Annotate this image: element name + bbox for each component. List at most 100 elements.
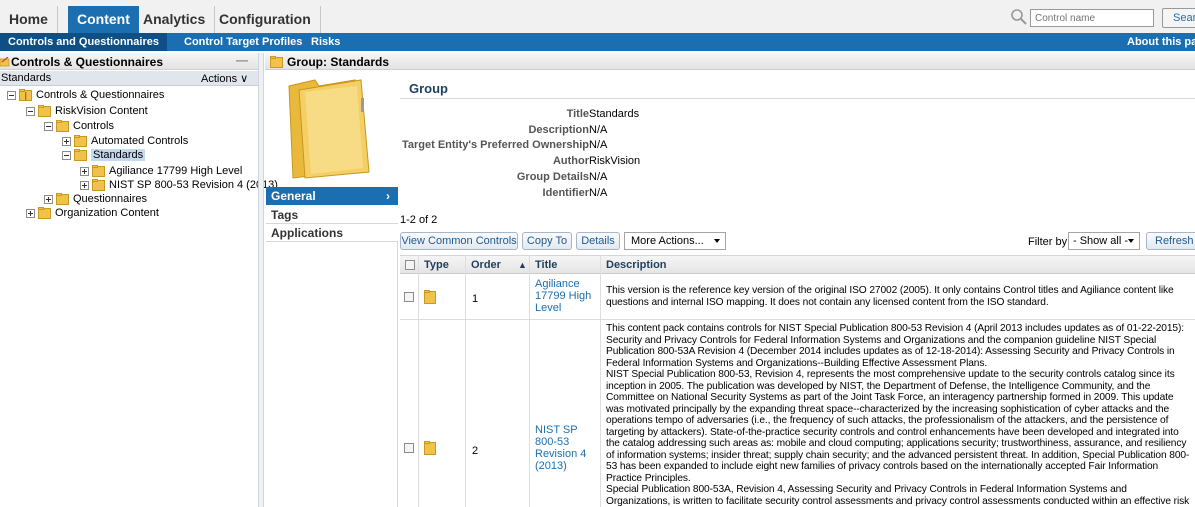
column-divider <box>465 255 466 507</box>
column-divider <box>529 255 530 507</box>
large-folder-icon <box>285 78 375 180</box>
control-name-search-input[interactable] <box>1030 9 1154 27</box>
row-checkbox[interactable] <box>404 443 414 453</box>
folder-icon <box>74 135 87 147</box>
search-button[interactable]: Sear <box>1162 8 1195 28</box>
tab-home[interactable]: Home <box>0 6 58 33</box>
property-key: Identifier <box>542 187 589 199</box>
side-tab-applications[interactable]: Applications <box>266 224 398 242</box>
filter-dropdown[interactable]: - Show all - <box>1068 232 1140 250</box>
tree-item-nist-sp-800-53[interactable]: NIST SP 800-53 Revision 4 (2013) <box>80 178 278 192</box>
subnav-controls-and-questionnaires[interactable]: Controls and Questionnaires <box>0 33 167 51</box>
left-panel-toolbar: Standards Actions ∨ <box>0 71 258 86</box>
property-key: Group Details <box>516 171 589 183</box>
folder-icon <box>19 89 32 101</box>
search-icon <box>1010 8 1028 26</box>
column-header-type[interactable]: Type <box>424 259 449 271</box>
tree-item-automated-controls[interactable]: Automated Controls <box>62 134 188 148</box>
about-this-page-link[interactable]: About this pa <box>1127 36 1195 48</box>
tree-item-agiliance-17799[interactable]: Agiliance 17799 High Level <box>80 164 242 178</box>
main-panel-header: Group: Standards <box>265 53 1195 70</box>
top-navigation: Home Content Analytics Configuration Sea… <box>0 0 1195 33</box>
column-header-title[interactable]: Title <box>535 259 557 271</box>
folder-icon <box>38 207 51 219</box>
chevron-right-icon: › <box>386 189 390 203</box>
subnav-risks[interactable]: Risks <box>303 33 348 51</box>
side-tab-tags[interactable]: Tags <box>266 206 398 224</box>
property-value: N/A <box>589 187 608 199</box>
sort-ascending-icon[interactable]: ▲ <box>518 260 527 270</box>
tree-item-questionnaires[interactable]: Questionnaires <box>44 192 147 206</box>
tab-configuration[interactable]: Configuration <box>210 6 321 33</box>
side-tab-area <box>266 241 398 507</box>
controls-questionnaires-icon <box>0 56 10 70</box>
collapse-toggle[interactable] <box>44 121 53 131</box>
tree-item-controls-questionnaires[interactable]: Controls & Questionnaires <box>7 88 164 102</box>
side-tab-general[interactable]: General › <box>266 187 398 205</box>
record-count: 1-2 of 2 <box>400 214 438 226</box>
sub-navigation: Controls and Questionnaires Control Targ… <box>0 33 1195 51</box>
property-value: N/A <box>589 139 608 151</box>
row-checkbox[interactable] <box>404 292 414 302</box>
folder-icon <box>38 105 51 117</box>
folder-icon <box>92 165 105 177</box>
more-actions-label: More Actions... <box>631 235 704 247</box>
copy-to-button[interactable]: Copy To <box>522 232 572 250</box>
order-cell: 1 <box>472 293 479 305</box>
view-common-controls-button[interactable]: View Common Controls <box>400 232 518 250</box>
group-type-icon <box>424 290 436 307</box>
tree-item-label: Controls <box>73 120 114 132</box>
column-divider <box>418 255 419 507</box>
select-all-checkbox[interactable] <box>405 260 415 270</box>
subnav-control-target-profiles[interactable]: Control Target Profiles <box>176 33 310 51</box>
chevron-down-icon <box>1128 239 1134 243</box>
tab-analytics[interactable]: Analytics <box>134 6 216 33</box>
tree-item-label: Questionnaires <box>73 193 147 205</box>
column-divider <box>600 255 601 507</box>
order-cell: 2 <box>472 445 479 457</box>
left-panel-title: Controls & Questionnaires <box>11 55 164 69</box>
tab-content[interactable]: Content <box>68 6 139 33</box>
actions-dropdown[interactable]: Actions ∨ <box>201 72 248 85</box>
property-key: Title <box>566 108 589 120</box>
tree-item-label: NIST SP 800-53 Revision 4 (2013) <box>109 179 278 191</box>
property-key: Target Entity's Preferred Ownership <box>401 139 589 151</box>
property-key: Description <box>528 124 589 136</box>
folder-icon <box>92 179 105 191</box>
panel-splitter[interactable] <box>258 53 264 507</box>
filter-label: Filter by <box>1028 236 1068 248</box>
property-value: Standards <box>589 108 640 120</box>
description-cell: This content pack contains controls for … <box>606 323 1190 507</box>
divider <box>400 98 1195 99</box>
folder-icon <box>270 56 283 71</box>
expand-toggle[interactable] <box>80 166 89 176</box>
filter-value: - Show all - <box>1073 235 1129 247</box>
collapse-toggle[interactable] <box>7 90 16 100</box>
description-cell: This version is the reference key versio… <box>606 285 1174 308</box>
tree-item-controls[interactable]: Controls <box>44 119 114 133</box>
tree-item-riskvision-content[interactable]: RiskVision Content <box>26 104 148 118</box>
chevron-down-icon <box>714 239 720 243</box>
column-header-description[interactable]: Description <box>606 259 667 271</box>
tree-item-standards[interactable]: Standards <box>62 148 146 162</box>
collapse-toggle[interactable] <box>26 106 35 116</box>
title-link[interactable]: NIST SP 800-53 Revision 4 (2013) <box>535 424 593 472</box>
column-header-order[interactable]: Order <box>471 259 501 271</box>
property-value: RiskVision <box>589 155 641 167</box>
refresh-button[interactable]: Refresh <box>1146 232 1195 250</box>
more-actions-dropdown[interactable]: More Actions... <box>624 232 726 250</box>
property-key: Author <box>552 155 589 167</box>
tree-item-label: Agiliance 17799 High Level <box>109 165 243 177</box>
expand-toggle[interactable] <box>80 180 89 190</box>
expand-toggle[interactable] <box>62 136 71 146</box>
folder-icon <box>56 193 69 205</box>
details-button[interactable]: Details <box>576 232 620 250</box>
folder-icon <box>56 120 69 132</box>
expand-toggle[interactable] <box>44 194 53 204</box>
minimize-panel-button[interactable]: — <box>236 53 248 67</box>
table-header: Type Order ▲ Title Description <box>400 255 1195 274</box>
tree-item-organization-content[interactable]: Organization Content <box>26 206 159 220</box>
expand-toggle[interactable] <box>26 208 35 218</box>
collapse-toggle[interactable] <box>62 150 71 160</box>
title-link[interactable]: Agiliance 17799 High Level <box>535 278 593 314</box>
